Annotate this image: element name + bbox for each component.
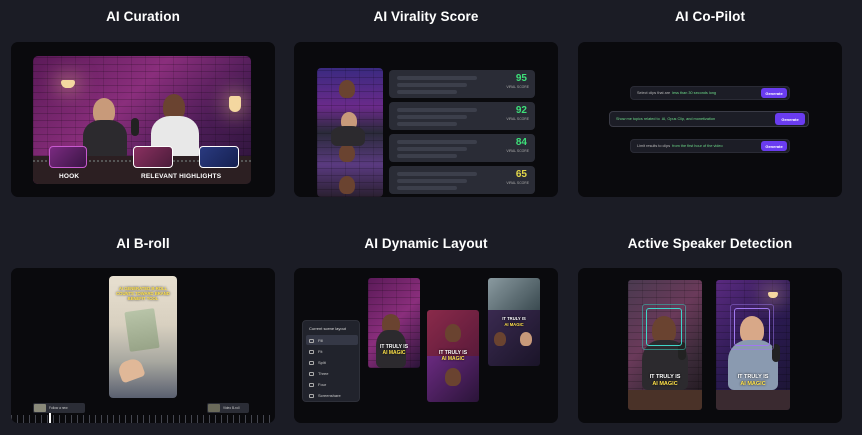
virality-row[interactable]: 92 VIRAL SCORE <box>389 102 535 130</box>
screenshare-layout-icon <box>309 393 314 398</box>
dollar-bill-image <box>124 308 160 352</box>
hand-image <box>116 356 146 384</box>
feature-ai-co-pilot: AI Co-Pilot Select clips that are less th… <box>578 0 842 200</box>
feature-card: AI GENERATED B-ROLL COUNTS TOWARD BRAND … <box>11 268 275 423</box>
feature-title: AI Curation <box>106 9 180 24</box>
microphone-icon <box>131 118 139 136</box>
hook-clip-thumbnail[interactable] <box>49 146 87 168</box>
fill-layout-icon <box>309 338 314 343</box>
virality-row[interactable]: 95 VIRAL SCORE <box>389 70 535 98</box>
viral-score-value: 65 <box>515 169 527 180</box>
viral-score-label: VIRAL SCORE <box>506 117 529 121</box>
layout-option-four[interactable]: Four <box>309 382 326 387</box>
feature-card: HOOK RELEVANT HIGHLIGHTS <box>11 42 275 197</box>
clip-thumbnails-column <box>317 68 383 197</box>
feature-ai-dynamic-layout: AI Dynamic Layout IT TRULY IS AI MAGIC IT… <box>294 226 558 426</box>
broll-caption: AI GENERATED B-ROLL COUNTS TOWARD BRAND … <box>116 286 170 301</box>
generate-button[interactable]: Generate <box>761 141 787 151</box>
viral-score-value: 95 <box>515 73 527 84</box>
layout-option-three[interactable]: Three <box>309 371 328 376</box>
layout-preview-split[interactable]: IT TRULY IS AI MAGIC <box>427 310 479 402</box>
features-grid: AI Curation HOOK RELEVANT HIGHLIGHTS AI … <box>0 0 862 435</box>
layout-preview-fill[interactable]: IT TRULY IS AI MAGIC <box>368 278 420 368</box>
three-layout-icon <box>309 371 314 376</box>
highlight-clip-thumbnail[interactable] <box>199 146 239 168</box>
viral-score-label: VIRAL SCORE <box>506 181 529 185</box>
podcast-video-frame: HOOK RELEVANT HIGHLIGHTS <box>33 56 251 184</box>
feature-ai-virality-score: AI Virality Score 95 VIRAL SCORE 92 VIRA… <box>294 0 558 200</box>
viral-score-label: VIRAL SCORE <box>506 149 529 153</box>
relevant-highlights-label: RELEVANT HIGHLIGHTS <box>141 173 222 180</box>
feature-title: AI Virality Score <box>373 9 479 24</box>
feature-title: AI B-roll <box>116 236 170 251</box>
speaker-frame-right: IT TRULY IS AI MAGIC <box>716 280 790 410</box>
layout-option-split[interactable]: Split <box>309 360 326 365</box>
generate-button[interactable]: Generate <box>775 113 805 125</box>
layout-option-screenshare[interactable]: Screenshare <box>309 393 341 398</box>
lamp-icon <box>229 96 241 112</box>
virality-row[interactable]: 65 VIRAL SCORE <box>389 166 535 194</box>
virality-row[interactable]: 84 VIRAL SCORE <box>389 134 535 162</box>
feature-card: IT TRULY IS AI MAGIC IT TRULY IS AI MAGIC <box>578 268 842 423</box>
viral-score-value: 84 <box>515 137 527 148</box>
speaker-frame-left: IT TRULY IS AI MAGIC <box>628 280 702 410</box>
layout-menu: Current scene layout Fill Fit Split Thre… <box>302 320 360 402</box>
feature-card: IT TRULY IS AI MAGIC IT TRULY IS AI MAGIC … <box>294 268 558 423</box>
feature-title: AI Dynamic Layout <box>364 236 488 251</box>
feature-active-speaker-detection: Active Speaker Detection IT TRULY IS AI M… <box>578 226 842 426</box>
layout-option-fit[interactable]: Fit <box>309 349 322 354</box>
layout-option-fill[interactable]: Fill <box>309 338 323 343</box>
feature-card: Select clips that are less than 30 second… <box>578 42 842 197</box>
viral-score-label: VIRAL SCORE <box>506 85 529 89</box>
split-layout-icon <box>309 360 314 365</box>
broll-timeline[interactable]: Follow a new Video B-roll <box>11 401 275 423</box>
fit-layout-icon <box>309 349 314 354</box>
feature-title: Active Speaker Detection <box>627 236 793 251</box>
four-layout-icon <box>309 382 314 387</box>
highlight-clip-thumbnail[interactable] <box>133 146 173 168</box>
feature-ai-curation: AI Curation HOOK RELEVANT HIGHLIGHTS <box>11 0 275 200</box>
feature-ai-b-roll: AI B-roll AI GENERATED B-ROLL COUNTS TOW… <box>11 226 275 426</box>
layout-menu-title: Current scene layout <box>309 326 346 331</box>
playhead[interactable] <box>49 413 51 423</box>
feature-card: 95 VIRAL SCORE 92 VIRAL SCORE 84 VIRAL S… <box>294 42 558 197</box>
generate-button[interactable]: Generate <box>761 88 787 98</box>
broll-video-preview: AI GENERATED B-ROLL COUNTS TOWARD BRAND … <box>109 276 177 398</box>
hook-label: HOOK <box>59 173 80 180</box>
layout-preview-three[interactable]: IT TRULY IS AI MAGIC <box>488 278 540 366</box>
feature-title: AI Co-Pilot <box>674 9 746 24</box>
viral-score-value: 92 <box>515 105 527 116</box>
